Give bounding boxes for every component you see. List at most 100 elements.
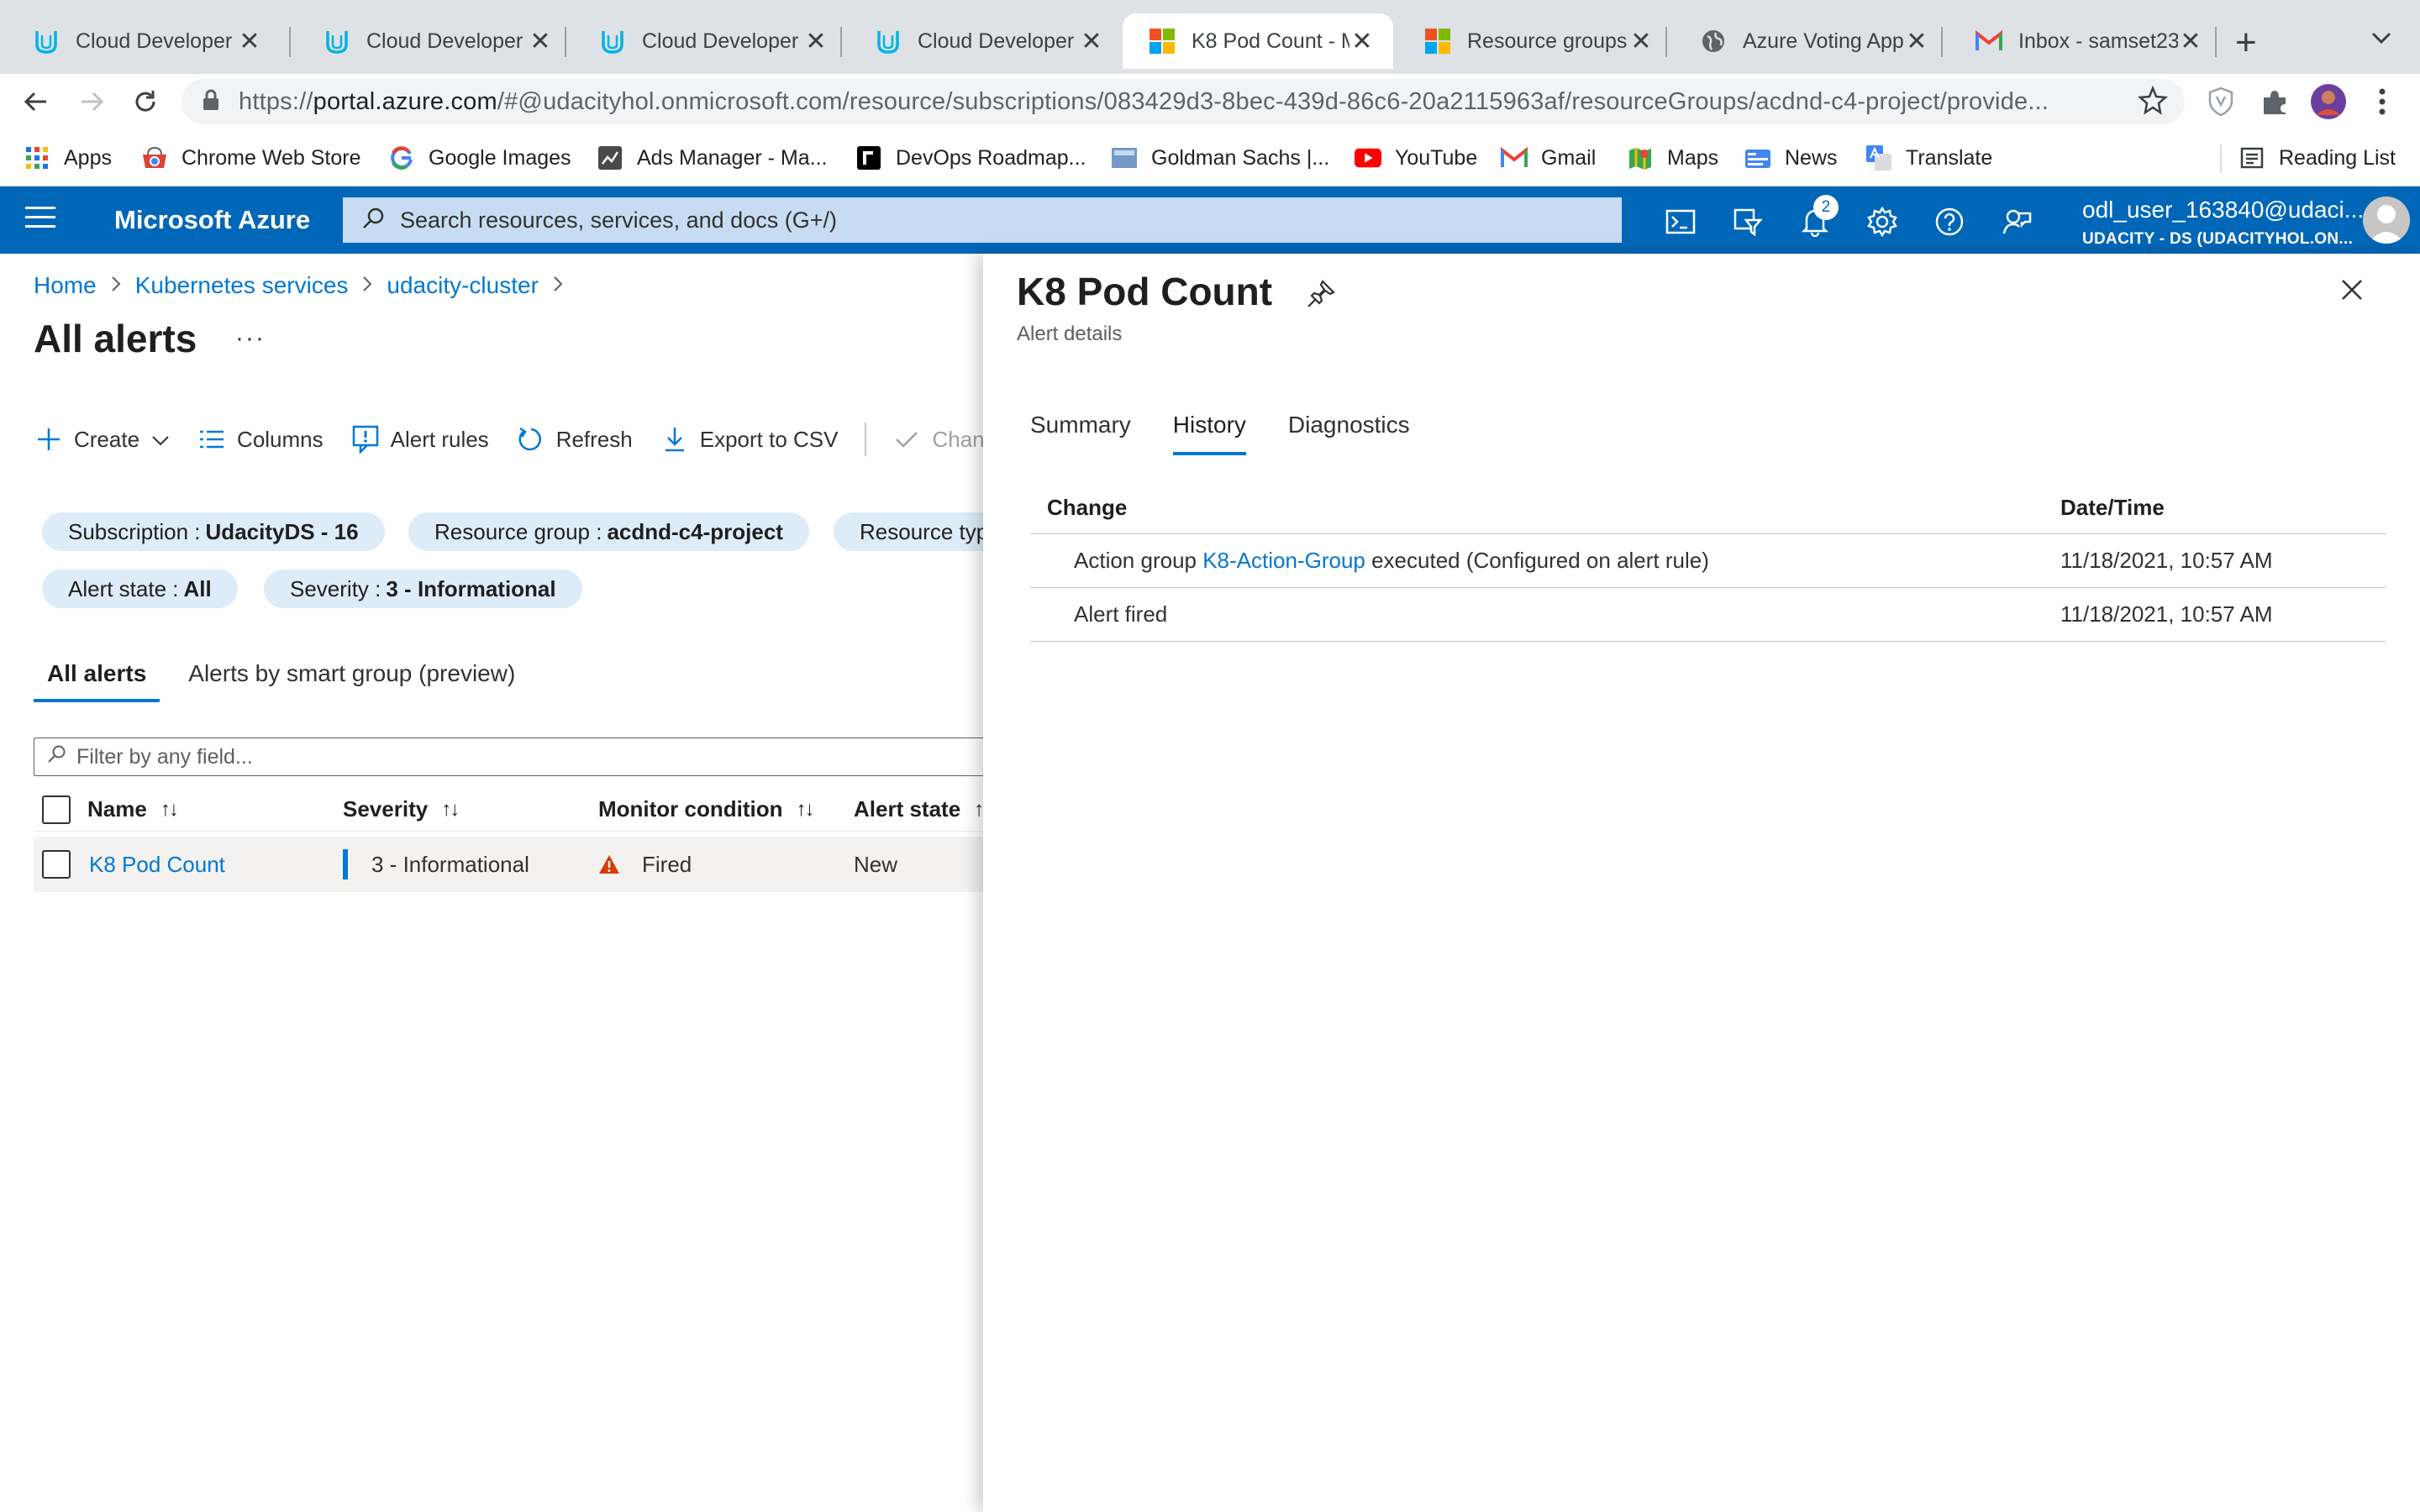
column-header-alert-state[interactable]: Alert state ↑↓ bbox=[854, 788, 983, 831]
azure-brand[interactable]: Microsoft Azure bbox=[114, 205, 310, 235]
refresh-icon bbox=[516, 424, 546, 454]
filter-input[interactable]: Filter by any field... bbox=[34, 738, 983, 776]
table-row[interactable]: K8 Pod Count 3 - Informational Fired New bbox=[34, 837, 983, 892]
bookmark-youtube[interactable]: YouTube bbox=[1355, 141, 1477, 175]
change-state-button[interactable]: Chan bbox=[892, 424, 983, 454]
address-bar[interactable]: https://portal.azure.com/#@udacityhol.on… bbox=[182, 79, 2185, 124]
browser-menu-icon[interactable] bbox=[2361, 82, 2403, 121]
more-options-button[interactable]: ··· bbox=[235, 324, 266, 353]
column-header-severity[interactable]: Severity ↑↓ bbox=[343, 788, 460, 831]
breadcrumb-udacity-cluster[interactable]: udacity-cluster bbox=[387, 272, 539, 299]
close-icon[interactable]: ✕ bbox=[1628, 27, 1654, 56]
bookmark-star-icon[interactable] bbox=[2137, 85, 2169, 120]
profile-avatar[interactable] bbox=[2307, 82, 2349, 121]
directory-filter-icon[interactable] bbox=[1729, 203, 1766, 240]
filter-pill-value: acdnd-c4-project bbox=[607, 518, 783, 544]
cloud-shell-icon[interactable] bbox=[1662, 203, 1699, 240]
row-checkbox[interactable] bbox=[42, 837, 71, 892]
bookmark-apps[interactable]: Apps bbox=[24, 141, 112, 175]
ads-manager-icon bbox=[597, 144, 623, 171]
bookmark-goldman-sachs[interactable]: Goldman Sachs |... bbox=[1111, 141, 1329, 175]
tab-search-chevron-icon[interactable] bbox=[2370, 25, 2393, 52]
bookmark-label: DevOps Roadmap... bbox=[896, 145, 1086, 170]
microsoft-icon bbox=[1148, 27, 1176, 55]
tab-summary[interactable]: Summary bbox=[1030, 408, 1131, 455]
filter-pill-resource-type[interactable]: Resource typ bbox=[834, 512, 983, 551]
close-icon[interactable]: ✕ bbox=[1079, 27, 1104, 56]
history-change: Alert fired bbox=[1074, 601, 1168, 627]
all-alerts-pane: Home Kubernetes services udacity-cluster… bbox=[0, 254, 983, 1512]
close-icon[interactable]: ✕ bbox=[1349, 27, 1375, 56]
browser-tab[interactable]: Resource groups ✕ bbox=[1398, 13, 1672, 69]
filter-pill-label: Alert state : bbox=[68, 575, 179, 601]
new-tab-button[interactable]: + bbox=[2235, 22, 2257, 64]
column-header-label: Name bbox=[87, 796, 147, 822]
tab-alerts-by-smart-group[interactable]: Alerts by smart group (preview) bbox=[175, 657, 529, 702]
user-avatar[interactable] bbox=[2363, 197, 2410, 244]
account-info[interactable]: odl_user_163840@udaci... UDACITY - DS (U… bbox=[2082, 197, 2364, 249]
apps-grid-icon bbox=[24, 144, 50, 171]
bookmark-news[interactable]: News bbox=[1744, 141, 1838, 175]
export-csv-button[interactable]: Export to CSV bbox=[660, 424, 838, 454]
reading-list-button[interactable]: Reading List bbox=[2238, 141, 2396, 175]
bookmark-maps[interactable]: Maps bbox=[1627, 141, 1718, 175]
tab-separator bbox=[1941, 27, 1943, 57]
filter-pill-severity[interactable]: Severity :3 - Informational bbox=[264, 570, 582, 608]
tab-history[interactable]: History bbox=[1172, 408, 1246, 455]
columns-button[interactable]: Columns bbox=[197, 424, 324, 454]
plus-icon bbox=[34, 424, 64, 454]
browser-tab[interactable]: Inbox - samset23 ✕ bbox=[1949, 13, 2222, 69]
create-button[interactable]: Create bbox=[34, 424, 170, 454]
tab-diagnostics[interactable]: Diagnostics bbox=[1288, 408, 1410, 455]
filter-pill-resource-group[interactable]: Resource group : acdnd-c4-project bbox=[408, 512, 809, 551]
feedback-icon[interactable] bbox=[1998, 203, 2035, 240]
browser-tab[interactable]: Cloud Developer ✕ bbox=[7, 13, 281, 69]
column-header-monitor-condition[interactable]: Monitor condition ↑↓ bbox=[598, 788, 815, 831]
breadcrumb-kubernetes-services[interactable]: Kubernetes services bbox=[135, 272, 349, 299]
monitor-condition-value: Fired bbox=[642, 851, 692, 877]
alert-rules-button[interactable]: Alert rules bbox=[350, 424, 489, 454]
close-icon[interactable]: ✕ bbox=[528, 27, 553, 56]
close-icon[interactable]: ✕ bbox=[1904, 27, 1929, 56]
refresh-button[interactable]: Refresh bbox=[516, 424, 633, 454]
browser-tab[interactable]: Azure Voting App ✕ bbox=[1674, 13, 1948, 69]
shield-extension-icon[interactable] bbox=[2200, 82, 2242, 121]
hamburger-menu-icon[interactable] bbox=[25, 207, 55, 234]
bookmark-gmail[interactable]: Gmail bbox=[1501, 141, 1596, 175]
sort-arrows-icon: ↑↓ bbox=[974, 797, 983, 821]
bookmark-chrome-web-store[interactable]: Chrome Web Store bbox=[141, 141, 361, 175]
reload-icon[interactable] bbox=[124, 81, 166, 123]
browser-tab[interactable]: Cloud Developer ✕ bbox=[297, 13, 571, 69]
extensions-puzzle-icon[interactable] bbox=[2254, 82, 2296, 121]
bookmark-translate[interactable]: Translate bbox=[1865, 141, 1992, 175]
filter-pill-subscription[interactable]: Subscription : UdacityDS - 16 bbox=[42, 512, 385, 551]
tab-all-alerts[interactable]: All alerts bbox=[34, 657, 160, 702]
browser-tab[interactable]: Cloud Developer ✕ bbox=[573, 13, 847, 69]
bookmark-google-images[interactable]: Google Images bbox=[388, 141, 571, 175]
breadcrumb-home[interactable]: Home bbox=[34, 272, 97, 299]
close-icon[interactable]: ✕ bbox=[2178, 27, 2203, 56]
action-group-link[interactable]: K8-Action-Group bbox=[1202, 548, 1365, 574]
column-header-name[interactable]: Name ↑↓ bbox=[87, 788, 179, 831]
forward-arrow-icon[interactable] bbox=[71, 81, 113, 123]
filter-pill-label: Resource typ bbox=[860, 518, 983, 544]
select-all-checkbox[interactable] bbox=[42, 788, 71, 831]
help-question-icon[interactable] bbox=[1931, 203, 1968, 240]
back-arrow-icon[interactable] bbox=[15, 81, 57, 123]
pin-icon[interactable] bbox=[1306, 279, 1339, 312]
global-search-input[interactable]: Search resources, services, and docs (G+… bbox=[343, 197, 1622, 243]
bookmark-devops-roadmap[interactable]: DevOps Roadmap... bbox=[855, 141, 1086, 175]
close-icon[interactable]: ✕ bbox=[237, 27, 262, 56]
settings-gear-icon[interactable] bbox=[1864, 203, 1901, 240]
alert-name-link[interactable]: K8 Pod Count bbox=[89, 837, 225, 892]
search-icon bbox=[361, 207, 385, 234]
column-header-label: Severity bbox=[343, 796, 429, 822]
goldman-sachs-icon bbox=[1111, 144, 1138, 171]
close-icon[interactable] bbox=[2339, 277, 2373, 311]
bookmark-label: Chrome Web Store bbox=[182, 145, 361, 170]
browser-tab[interactable]: Cloud Developer ✕ bbox=[849, 13, 1123, 69]
close-icon[interactable]: ✕ bbox=[803, 27, 829, 56]
browser-tab-active[interactable]: K8 Pod Count - M ✕ bbox=[1123, 13, 1393, 69]
filter-pill-alert-state[interactable]: Alert state : All bbox=[42, 570, 238, 608]
bookmark-ads-manager[interactable]: Ads Manager - Ma... bbox=[597, 141, 827, 175]
